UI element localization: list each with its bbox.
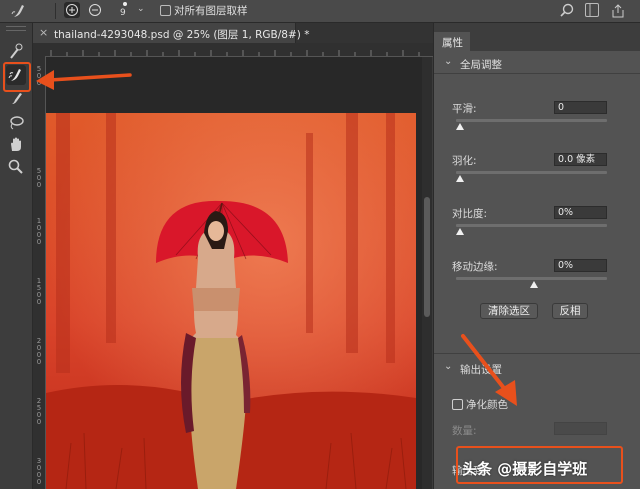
- brush-size-picker[interactable]: 9: [118, 0, 132, 20]
- feather-slider-knob[interactable]: [456, 175, 464, 182]
- amount-label: 数量:: [452, 425, 477, 437]
- search-icon[interactable]: [558, 2, 576, 20]
- ruler-label: 5 0 0: [36, 167, 42, 189]
- contrast-slider[interactable]: [456, 224, 607, 227]
- ruler-label: 5 0 0: [36, 65, 42, 87]
- workspace-icon[interactable]: [585, 3, 599, 17]
- brush-tip-icon: [123, 2, 127, 6]
- document-tab-bar: × thailand-4293048.psd @ 25% (图层 1, RGB/…: [33, 23, 433, 43]
- tool-highlight-box: [3, 62, 31, 92]
- shift-edge-slider[interactable]: [456, 277, 607, 280]
- clear-selection-button[interactable]: 清除选区: [480, 303, 538, 319]
- smooth-label: 平滑:: [452, 103, 477, 115]
- sample-all-layers-checkbox[interactable]: [160, 5, 171, 16]
- global-adjust-label: 全局调整: [460, 59, 502, 71]
- panel-tab-bar: 属性: [434, 23, 640, 51]
- photo-image: [46, 113, 416, 489]
- tab-properties[interactable]: 属性: [434, 32, 470, 51]
- output-section-header[interactable]: ⌄ 输出设置: [434, 359, 640, 377]
- smooth-slider-knob[interactable]: [456, 123, 464, 130]
- output-settings-label: 输出设置: [460, 364, 502, 376]
- hand-tool-icon[interactable]: [6, 135, 26, 155]
- properties-tab-label: 属性: [442, 37, 463, 49]
- ruler-label: 1 5 0 0: [36, 277, 42, 306]
- zoom-tool-icon[interactable]: [6, 157, 26, 177]
- watermark: 头条 @摄影自学班: [462, 460, 588, 478]
- amount-input: [554, 422, 607, 435]
- scrollbar-thumb[interactable]: [424, 197, 430, 317]
- divider: [434, 353, 640, 354]
- contrast-input[interactable]: 0%: [554, 206, 607, 219]
- feather-input[interactable]: 0.0 像素: [554, 153, 607, 166]
- document-tab[interactable]: × thailand-4293048.psd @ 25% (图层 1, RGB/…: [33, 23, 309, 43]
- canvas-area[interactable]: [46, 57, 422, 489]
- photo-canvas[interactable]: [46, 113, 416, 489]
- feather-slider[interactable]: [456, 171, 607, 174]
- divider: [434, 73, 640, 74]
- refine-edge-brush-icon[interactable]: [10, 2, 28, 20]
- vertical-scrollbar[interactable]: [422, 57, 432, 489]
- brush-tool-icon[interactable]: [6, 89, 26, 109]
- feather-label: 羽化:: [452, 155, 477, 167]
- separator: [55, 3, 56, 19]
- options-bar: 9 ⌄ 对所有图层取样: [0, 0, 640, 23]
- ruler-label: 3 0 0 0: [36, 457, 42, 486]
- contrast-label: 对比度:: [452, 208, 488, 220]
- smooth-slider[interactable]: [456, 119, 607, 122]
- add-mode-button[interactable]: [64, 2, 80, 18]
- sample-all-layers-label: 对所有图层取样: [174, 5, 248, 17]
- ruler-label: 1 0 0 0: [36, 217, 42, 246]
- properties-panel: 属性 ⌄ 全局调整 平滑: 0 羽化: 0.0 像素 对比度: 0% 移动边缘:…: [433, 23, 640, 489]
- contrast-slider-knob[interactable]: [456, 228, 464, 235]
- share-icon[interactable]: [610, 3, 626, 19]
- ruler-label: 2 5 0 0: [36, 397, 42, 426]
- ruler-label: 2 0 0 0: [36, 337, 42, 366]
- smooth-input[interactable]: 0: [554, 101, 607, 114]
- ruler-corner: [33, 43, 45, 56]
- document-title: thailand-4293048.psd @ 25% (图层 1, RGB/8#…: [54, 29, 310, 41]
- shift-edge-label: 移动边缘:: [452, 261, 498, 273]
- shift-edge-slider-knob[interactable]: [530, 281, 538, 288]
- decontaminate-colors-label: 净化颜色: [466, 399, 508, 411]
- toolbar-grip[interactable]: [6, 26, 26, 31]
- lasso-tool-icon[interactable]: [6, 113, 26, 133]
- brush-size-value: 9: [120, 8, 126, 18]
- chevron-down-icon: ⌄: [444, 361, 453, 372]
- decontaminate-colors-checkbox[interactable]: [452, 399, 463, 410]
- horizontal-ruler: [45, 43, 433, 57]
- chevron-down-icon[interactable]: ⌄: [137, 4, 145, 14]
- quick-selection-icon[interactable]: [6, 41, 26, 61]
- close-icon[interactable]: ×: [39, 26, 48, 39]
- chevron-down-icon: ⌄: [444, 56, 453, 67]
- global-adjust-section-header[interactable]: ⌄ 全局调整: [434, 54, 640, 72]
- toolbar: [0, 23, 33, 489]
- vertical-ruler: 5 0 0 5 0 0 1 0 0 0 1 5 0 0 2 0 0 0 2 5 …: [33, 56, 46, 489]
- subtract-mode-button[interactable]: [87, 2, 103, 18]
- shift-edge-input[interactable]: 0%: [554, 259, 607, 272]
- invert-button[interactable]: 反相: [552, 303, 588, 319]
